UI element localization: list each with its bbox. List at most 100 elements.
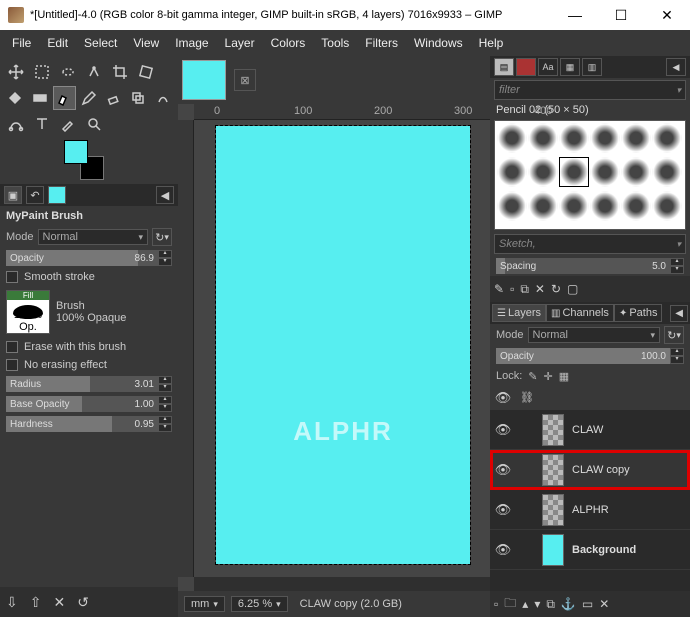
menu-windows[interactable]: Windows [406,32,471,54]
unit-select[interactable]: mm▾ [184,596,225,612]
color-picker-tool[interactable] [56,112,80,136]
image-tab-thumb[interactable] [182,60,226,100]
refresh-brush-button[interactable]: ↻ [551,282,561,296]
edit-brush-button[interactable]: ✎ [494,282,504,296]
menu-image[interactable]: Image [167,32,216,54]
dup-layer-button[interactable]: ⧉ [546,597,555,612]
close-button[interactable]: ✕ [644,0,690,30]
merge-layer-button[interactable]: ⚓ [561,597,576,611]
menu-file[interactable]: File [4,32,39,54]
bucket-tool[interactable] [4,86,27,110]
save-preset-button[interactable]: ⇩ [6,594,18,611]
brush-filter-input[interactable]: filter▾ [494,80,686,100]
menu-view[interactable]: View [125,32,167,54]
delete-preset-button[interactable]: ✕ [53,594,65,611]
brush-cell[interactable] [621,157,651,187]
eye-icon[interactable]: 👁 [494,462,512,478]
hardness-slider[interactable]: Hardness0.95 [6,416,158,432]
layer-name[interactable]: Background [572,544,636,556]
patterns-tab[interactable] [516,58,536,76]
menu-colors[interactable]: Colors [263,32,314,54]
reset-preset-button[interactable]: ↺ [77,594,89,611]
smooth-stroke-checkbox[interactable]: Smooth stroke [0,268,178,286]
lock-alpha-icon[interactable]: ▦ [559,370,569,383]
fonts-tab[interactable]: Aa [538,58,558,76]
fg-color-swatch[interactable] [64,140,88,164]
menu-tools[interactable]: Tools [313,32,357,54]
menu-filters[interactable]: Filters [357,32,406,54]
smudge-tool[interactable] [151,86,174,110]
brush-cell[interactable] [497,191,527,221]
brush-cell[interactable] [652,123,682,153]
dock-menu-button[interactable]: ◀ [156,186,174,204]
eye-icon[interactable]: 👁 [494,542,512,558]
pencil-tool[interactable] [78,86,101,110]
menu-edit[interactable]: Edit [39,32,76,54]
layer-down-button[interactable]: ▾ [534,597,540,611]
brush-dock-menu[interactable]: ◀ [666,58,686,76]
free-select-tool[interactable] [56,60,80,84]
channels-tab[interactable]: ▥Channels [546,304,614,322]
brush-cell[interactable] [528,123,558,153]
opacity-spinner[interactable]: ▴▾ [158,250,172,266]
layer-name[interactable]: CLAW [572,424,603,436]
brush-cell[interactable] [652,157,682,187]
ruler-horizontal[interactable]: 0100200300400 [194,104,490,120]
eye-icon[interactable]: 👁 [494,502,512,518]
new-brush-button[interactable]: ▫ [510,282,514,296]
path-tool[interactable] [4,112,28,136]
radius-slider[interactable]: Radius3.01 [6,376,158,392]
brush-preview[interactable]: Fill 100% Op. [6,290,50,334]
maximize-button[interactable]: ☐ [598,0,644,30]
undo-history-tab[interactable]: ↶ [26,186,44,204]
dup-brush-button[interactable]: ⧉ [520,282,529,297]
zoom-select[interactable]: 6.25 %▾ [231,596,288,612]
eye-icon[interactable]: 👁 [494,422,512,438]
layer-row[interactable]: 👁CLAW copy [490,450,690,490]
brush-tag-select[interactable]: Sketch,▾ [494,234,686,254]
base-opacity-slider[interactable]: Base Opacity1.00 [6,396,158,412]
mask-layer-button[interactable]: ▭ [582,597,593,611]
move-tool[interactable] [4,60,28,84]
new-group-button[interactable]: 🗀 [504,594,516,615]
layer-mode-select[interactable]: Normal▾ [528,327,660,343]
layer-mode-reset[interactable]: ↻▾ [664,326,684,344]
mypaint-brush-tool[interactable] [53,86,76,110]
layers-dock-menu[interactable]: ◀ [670,305,688,322]
restore-preset-button[interactable]: ⇧ [30,594,42,611]
open-brush-button[interactable]: ▢ [567,282,578,296]
erase-checkbox[interactable]: Erase with this brush [0,338,178,356]
canvas[interactable]: ALPHR [216,126,470,564]
zoom-tool[interactable] [82,112,106,136]
horizontal-scrollbar[interactable] [194,577,490,591]
paths-tab[interactable]: ✦Paths [614,304,663,322]
gradient-tool[interactable] [29,86,52,110]
brush-cell[interactable] [528,157,558,187]
fg-bg-color[interactable] [64,140,104,180]
menu-help[interactable]: Help [471,32,512,54]
fuzzy-select-tool[interactable] [82,60,106,84]
history-tab[interactable]: ▦ [560,58,580,76]
text-tool[interactable] [30,112,54,136]
brush-grid[interactable] [494,120,686,230]
del-brush-button[interactable]: ✕ [535,282,545,296]
minimize-button[interactable]: — [552,0,598,30]
lock-pixels-icon[interactable]: ✎ [528,370,537,383]
rect-select-tool[interactable] [30,60,54,84]
new-layer-button[interactable]: ▫ [494,597,498,611]
opacity-slider[interactable]: Opacity 86.9 [6,250,158,266]
crop-tool[interactable] [108,60,132,84]
no-erase-checkbox[interactable]: No erasing effect [0,356,178,374]
image-tab-close[interactable]: ⊠ [234,69,256,91]
spacing-slider[interactable]: Spacing5.0 [496,258,670,274]
canvas-viewport[interactable]: ALPHR [194,120,490,577]
rotate-tool[interactable] [134,60,158,84]
brush-cell[interactable] [590,123,620,153]
lock-position-icon[interactable]: ✛ [544,370,553,383]
brush-cell[interactable] [621,191,651,221]
brush-cell[interactable] [652,191,682,221]
layer-name[interactable]: ALPHR [572,504,609,516]
delete-layer-button[interactable]: ✕ [599,597,609,611]
gradients-tab[interactable]: ▥ [582,58,602,76]
swatch-tab[interactable] [48,186,66,204]
